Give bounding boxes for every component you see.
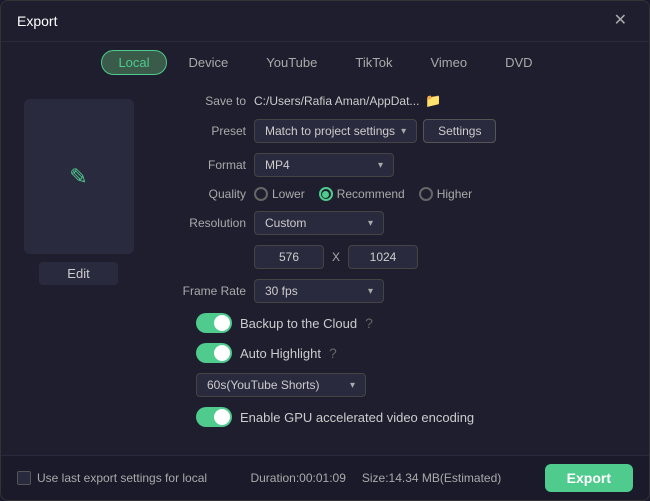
quality-recommend-label: Recommend [337,187,405,201]
resolution-chevron-icon: ▾ [368,218,373,229]
resolution-x-label: X [332,250,340,264]
highlight-duration-chevron-icon: ▾ [350,380,355,391]
save-to-label: Save to [166,94,246,108]
tab-dvd[interactable]: DVD [489,50,548,75]
gpu-toggle-knob [214,409,230,425]
preset-value: Match to project settings ▾ Settings [254,119,629,143]
save-to-path: C:/Users/Rafia Aman/AppDat... [254,94,419,108]
tab-device[interactable]: Device [173,50,245,75]
title-bar: Export ✕ [1,1,649,42]
auto-highlight-toggle-knob [214,345,230,361]
preview-thumbnail: ✎ [24,99,134,254]
footer-center: Duration:00:01:09 Size:14.34 MB(Estimate… [250,471,501,485]
preset-select-text: Match to project settings [265,124,395,138]
preset-select[interactable]: Match to project settings ▾ [254,119,417,143]
backup-toggle[interactable] [196,313,232,333]
main-content: ✎ Edit Save to C:/Users/Rafia Aman/AppDa… [1,83,649,455]
save-to-row: Save to C:/Users/Rafia Aman/AppDat... 📁 [166,93,629,109]
pencil-icon: ✎ [69,164,87,190]
resolution-row: Resolution Custom ▾ [166,211,629,235]
format-select-text: MP4 [265,158,290,172]
footer: Use last export settings for local Durat… [1,455,649,500]
auto-highlight-row: Auto Highlight ? [196,343,629,363]
window-title: Export [17,13,57,29]
highlight-duration-text: 60s(YouTube Shorts) [207,378,320,392]
quality-lower[interactable]: Lower [254,187,305,201]
auto-highlight-label: Auto Highlight [240,346,321,361]
quality-lower-label: Lower [272,187,305,201]
quality-recommend-radio[interactable] [319,187,333,201]
preset-chevron-icon: ▾ [401,126,406,137]
last-export-label: Use last export settings for local [37,471,207,485]
settings-button[interactable]: Settings [423,119,496,143]
edit-button[interactable]: Edit [39,262,117,285]
quality-higher-radio[interactable] [419,187,433,201]
highlight-duration-select[interactable]: 60s(YouTube Shorts) ▾ [196,373,366,397]
backup-info-icon[interactable]: ? [365,315,373,331]
resolution-label: Resolution [166,216,246,230]
frame-rate-value: 30 fps ▾ [254,279,629,303]
duration-info: Duration:00:01:09 [250,471,345,485]
backup-row: Backup to the Cloud ? [196,313,629,333]
resolution-select[interactable]: Custom ▾ [254,211,384,235]
quality-lower-radio[interactable] [254,187,268,201]
footer-left: Use last export settings for local [17,471,207,485]
tab-local[interactable]: Local [101,50,166,75]
quality-higher[interactable]: Higher [419,187,472,201]
tab-youtube[interactable]: YouTube [250,50,333,75]
quality-label: Quality [166,187,246,201]
folder-icon[interactable]: 📁 [425,93,441,109]
format-select[interactable]: MP4 ▾ [254,153,394,177]
resolution-select-text: Custom [265,216,306,230]
backup-toggle-knob [214,315,230,331]
gpu-toggle[interactable] [196,407,232,427]
quality-recommend[interactable]: Recommend [319,187,405,201]
format-value: MP4 ▾ [254,153,629,177]
frame-rate-chevron-icon: ▾ [368,286,373,297]
frame-rate-row: Frame Rate 30 fps ▾ [166,279,629,303]
settings-panel: Save to C:/Users/Rafia Aman/AppDat... 📁 … [156,83,649,455]
auto-highlight-info-icon[interactable]: ? [329,345,337,361]
backup-label: Backup to the Cloud [240,316,357,331]
quality-recommend-radio-inner [322,191,329,198]
last-export-checkbox[interactable] [17,471,31,485]
size-info: Size:14.34 MB(Estimated) [362,471,501,485]
tab-bar: Local Device YouTube TikTok Vimeo DVD [1,42,649,83]
resolution-width-input[interactable] [254,245,324,269]
close-button[interactable]: ✕ [608,11,633,31]
frame-rate-label: Frame Rate [166,284,246,298]
preview-panel: ✎ Edit [1,83,156,455]
format-label: Format [166,158,246,172]
quality-higher-label: Higher [437,187,472,201]
highlight-duration-row: 60s(YouTube Shorts) ▾ [196,373,629,397]
format-row: Format MP4 ▾ [166,153,629,177]
frame-rate-select-text: 30 fps [265,284,298,298]
gpu-row: Enable GPU accelerated video encoding [196,407,629,427]
auto-highlight-toggle[interactable] [196,343,232,363]
preset-label: Preset [166,124,246,138]
frame-rate-select[interactable]: 30 fps ▾ [254,279,384,303]
tab-vimeo[interactable]: Vimeo [414,50,483,75]
resolution-height-input[interactable] [348,245,418,269]
tab-tiktok[interactable]: TikTok [339,50,408,75]
resolution-inputs: X [254,245,629,269]
gpu-label: Enable GPU accelerated video encoding [240,410,474,425]
export-window: Export ✕ Local Device YouTube TikTok Vim… [0,0,650,501]
resolution-value: Custom ▾ [254,211,629,235]
quality-options: Lower Recommend Higher [254,187,472,201]
quality-row: Quality Lower Recommend Higher [166,187,629,201]
last-export-checkbox-label[interactable]: Use last export settings for local [17,471,207,485]
export-button[interactable]: Export [545,464,633,492]
preset-row: Preset Match to project settings ▾ Setti… [166,119,629,143]
format-chevron-icon: ▾ [378,160,383,171]
save-to-value: C:/Users/Rafia Aman/AppDat... 📁 [254,93,629,109]
